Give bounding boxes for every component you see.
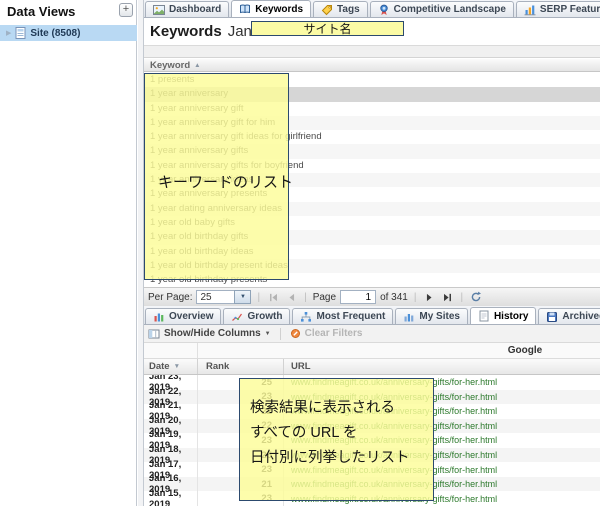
dashboard-icon: [153, 4, 165, 16]
per-page-select[interactable]: 25 ▼: [196, 290, 251, 304]
page-label: Page: [313, 292, 336, 303]
tab-most-frequent[interactable]: Most Frequent: [292, 308, 393, 324]
per-page-label: Per Page:: [148, 292, 192, 303]
sort-desc-icon: ▼: [174, 363, 180, 370]
group-cell-google: Google: [198, 343, 600, 358]
tab-dashboard[interactable]: Dashboard: [145, 1, 229, 17]
expander-icon[interactable]: ▶: [6, 29, 11, 37]
sites-chart-icon: [403, 311, 415, 323]
tab-label: Keywords: [255, 4, 303, 15]
history-column-headers: Date ▼ Rank URL: [144, 359, 600, 375]
tag-icon: [321, 4, 333, 16]
tab-label: Overview: [169, 311, 213, 322]
tab-label: Tags: [337, 4, 360, 15]
tab-serp-features[interactable]: SERP Features: [516, 1, 600, 17]
sort-asc-icon: ▲: [194, 62, 200, 69]
columns-icon: [148, 328, 160, 340]
separator: |: [460, 292, 463, 303]
annotation-text: すべての URL を: [250, 421, 433, 446]
date-cell: Jan 15, 2019: [144, 491, 198, 506]
tab-competitive-landscape[interactable]: Competitive Landscape: [370, 1, 514, 17]
tab-label: Competitive Landscape: [394, 4, 506, 15]
annotation-keyword-list: キーワードのリスト: [144, 73, 289, 280]
search-engine-group-header: Google: [144, 343, 600, 359]
chevron-down-icon: ▼: [265, 331, 271, 337]
button-label: Show/Hide Columns: [164, 328, 261, 339]
annotation-text: キーワードのリスト: [158, 171, 293, 192]
tab-history[interactable]: History: [470, 307, 536, 324]
pagination-bar: Per Page: 25 ▼ | | Page of 341 | |: [144, 287, 600, 306]
tab-overview[interactable]: Overview: [145, 308, 221, 324]
column-label: URL: [291, 361, 311, 372]
group-cell-empty: [144, 343, 198, 358]
chevron-down-icon[interactable]: ▼: [234, 290, 251, 304]
keywords-icon: [239, 3, 251, 15]
award-ribbon-icon: [378, 4, 390, 16]
annotation-url-list: 検索結果に表示される すべての URL を 日付別に列挙したリスト: [239, 378, 434, 501]
bar-chart-icon: [524, 4, 536, 16]
separator: [280, 328, 281, 340]
column-label: Rank: [206, 361, 229, 372]
main-panel: Dashboard Keywords Tags Competitive Land…: [143, 0, 600, 506]
site-icon: [15, 27, 26, 39]
tab-my-sites[interactable]: My Sites: [395, 308, 468, 324]
tab-label: History: [494, 311, 528, 322]
column-header-rank[interactable]: Rank: [198, 359, 284, 374]
tab-label: SERP Features: [540, 4, 600, 15]
annotation-text: サイト名: [303, 20, 351, 37]
separator: |: [304, 292, 307, 303]
column-label: Keyword: [150, 60, 190, 71]
column-label: Date: [149, 361, 170, 372]
tab-label: Growth: [247, 311, 282, 322]
previous-page-button[interactable]: [284, 290, 298, 304]
separator: |: [414, 292, 417, 303]
tab-label: My Sites: [419, 311, 460, 322]
top-tab-bar: Dashboard Keywords Tags Competitive Land…: [144, 0, 600, 18]
tab-archived-serps[interactable]: Archived SERPs: [538, 308, 600, 324]
per-page-value: 25: [196, 290, 234, 304]
column-header-url[interactable]: URL: [284, 359, 600, 374]
overview-chart-icon: [153, 311, 165, 323]
keyword-column-header[interactable]: Keyword ▲: [144, 59, 600, 72]
clear-filters-button[interactable]: Clear Filters: [290, 328, 363, 339]
table-actions-bar: Show/Hide Columns ▼ Clear Filters: [144, 325, 600, 343]
tab-keywords[interactable]: Keywords: [231, 0, 311, 17]
page-title: Keywords: [150, 23, 222, 40]
tab-tags[interactable]: Tags: [313, 1, 368, 17]
history-page-icon: [478, 310, 490, 322]
tab-label: Dashboard: [169, 4, 221, 15]
data-views-sidebar: Data Views + ▶ Site (8508): [0, 0, 137, 506]
growth-chart-icon: [231, 311, 243, 323]
sidebar-item-label: Site (8508): [30, 28, 80, 39]
annotation-text: 日付別に列挙したリスト: [250, 446, 433, 471]
keyword-toolbar: [144, 45, 600, 58]
button-label: Clear Filters: [305, 328, 363, 339]
column-header-date[interactable]: Date ▼: [144, 359, 198, 374]
tab-growth[interactable]: Growth: [223, 308, 290, 324]
search-engine-label: Google: [508, 345, 542, 356]
page-number-input[interactable]: [340, 290, 376, 304]
annotation-text: 検索結果に表示される: [250, 396, 433, 421]
add-data-view-button[interactable]: +: [119, 3, 133, 17]
archive-disk-icon: [546, 311, 558, 323]
show-hide-columns-button[interactable]: Show/Hide Columns ▼: [148, 328, 271, 340]
clear-filter-icon: [290, 328, 301, 339]
sidebar-title: Data Views: [7, 4, 75, 19]
bottom-tab-bar: Overview Growth Most Frequent My Sites H…: [144, 306, 600, 325]
first-page-button[interactable]: [266, 290, 280, 304]
tab-label: Most Frequent: [316, 311, 385, 322]
annotation-site-name: サイト名: [251, 21, 404, 36]
separator: |: [257, 292, 260, 303]
tree-diagram-icon: [300, 311, 312, 323]
next-page-button[interactable]: [422, 290, 436, 304]
last-page-button[interactable]: [440, 290, 454, 304]
sidebar-item-site[interactable]: ▶ Site (8508): [0, 25, 137, 41]
tab-label: Archived SERPs: [562, 311, 600, 322]
page-total-label: of 341: [380, 292, 408, 303]
refresh-icon[interactable]: [469, 290, 483, 304]
